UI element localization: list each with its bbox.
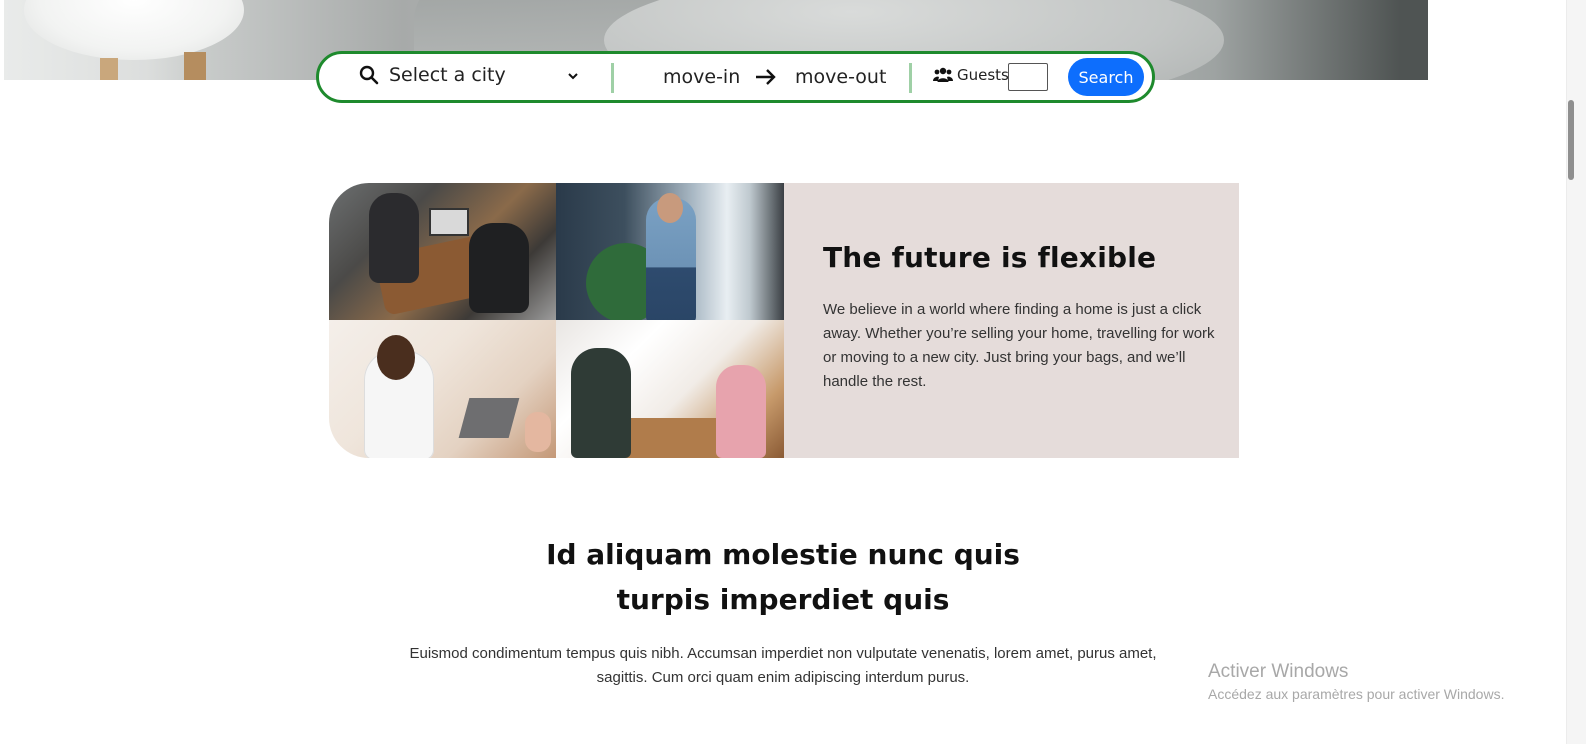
photo-woman-laptop: [329, 320, 556, 458]
search-bar: Select a city move-in move-out Guests Se…: [316, 51, 1155, 103]
section-title: Id aliquam molestie nunc quis turpis imp…: [400, 532, 1166, 622]
section-title-line: turpis imperdiet quis: [616, 583, 950, 616]
photo-couple-high-five: [556, 320, 784, 458]
guests-input[interactable]: [1008, 63, 1048, 91]
section-title-line: Id aliquam molestie nunc quis: [546, 538, 1020, 571]
search-divider: [611, 63, 614, 93]
search-icon: [359, 65, 379, 85]
move-out-date[interactable]: move-out: [795, 66, 886, 88]
photo-team-meeting: [329, 183, 556, 320]
city-select[interactable]: Select a city: [359, 64, 506, 86]
page-scrollbar[interactable]: [1566, 0, 1586, 744]
content-section: Id aliquam molestie nunc quis turpis imp…: [400, 532, 1166, 690]
feature-section: The future is flexible We believe in a w…: [329, 183, 1239, 458]
feature-text-panel: The future is flexible We believe in a w…: [784, 183, 1239, 458]
section-body: Euismod condimentum tempus quis nibh. Ac…: [409, 645, 1157, 686]
guests-label: Guests: [957, 66, 1009, 84]
hero-table-leg: [184, 52, 206, 80]
users-icon: [933, 67, 953, 82]
watermark-subtitle: Accédez aux paramètres pour activer Wind…: [1208, 686, 1505, 702]
hero-lamp-shape: [24, 0, 244, 60]
chevron-down-icon[interactable]: [567, 70, 579, 82]
search-divider: [909, 63, 912, 93]
photo-woman-window: [556, 183, 784, 320]
search-button[interactable]: Search: [1068, 58, 1144, 96]
guests-field: Guests: [933, 66, 1009, 84]
city-select-label: Select a city: [389, 64, 506, 86]
watermark-title: Activer Windows: [1208, 661, 1349, 682]
scrollbar-thumb[interactable]: [1568, 100, 1574, 180]
feature-title: The future is flexible: [823, 241, 1157, 274]
arrow-right-icon: [756, 69, 776, 85]
move-in-date[interactable]: move-in: [663, 66, 740, 88]
windows-activation-watermark: Activer Windows Accédez aux paramètres p…: [1208, 661, 1504, 705]
feature-body: We believe in a world where finding a ho…: [823, 301, 1215, 390]
hero-table-leg: [100, 58, 118, 80]
photo-grid: [329, 183, 784, 458]
